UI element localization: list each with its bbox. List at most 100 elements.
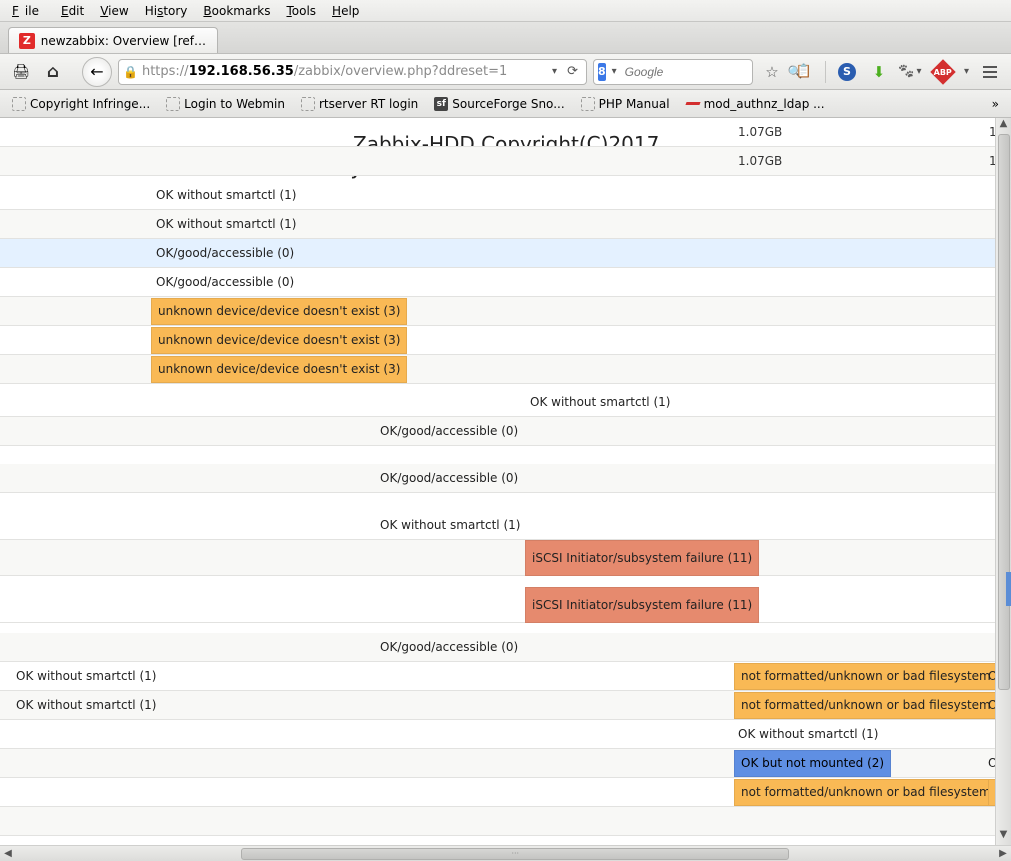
status-cell: OK/good/accessible (0)	[150, 268, 300, 297]
table-row: 1.07GB 1.0	[0, 118, 995, 147]
search-engine-icon[interactable]: 8	[598, 63, 606, 81]
cell-size-cut: 1.0	[983, 147, 995, 176]
table-row: unknown device/device doesn't exist (3)	[0, 326, 995, 355]
status-cell: OK without smartctl (1)	[10, 691, 162, 720]
star-icon	[765, 63, 778, 81]
bookmark-item[interactable]: sfSourceForge Sno...	[428, 95, 570, 113]
status-pill-warning: unknown device/device doesn't exist (3)	[151, 298, 407, 325]
scroll-down-button[interactable]: ▼	[996, 829, 1011, 845]
menu-file[interactable]: File	[6, 0, 51, 21]
status-pill-warning: not formatted/unknown or bad filesystem …	[734, 692, 995, 719]
table-row: OK without smartctl (1)	[0, 210, 995, 239]
table-row: iSCSI Initiator/subsystem failure (11)	[0, 540, 995, 576]
home-button[interactable]	[40, 59, 66, 85]
navbar: ← 🔒 https://192.168.56.35/zabbix/overvie…	[0, 54, 1011, 90]
status-cell: OK/good/accessible (0)	[374, 464, 524, 493]
menu-bookmarks[interactable]: Bookmarks	[197, 0, 276, 21]
scroll-track[interactable]: ···	[16, 848, 995, 860]
table-row	[0, 493, 995, 511]
status-cell: unknown device/device doesn't exist (3)	[145, 326, 413, 355]
scroll-thumb[interactable]: ···	[241, 848, 789, 860]
status-pill-warning: unknown device/device doesn't exist (3)	[151, 327, 407, 354]
abp-icon: ABP	[930, 59, 955, 84]
scroll-up-button[interactable]: ▲	[996, 118, 1011, 134]
table-row: unknown device/device doesn't exist (3)	[0, 355, 995, 384]
bookmark-item[interactable]: Copyright Infringe...	[6, 95, 156, 113]
menu-view[interactable]: View	[94, 0, 134, 21]
table-row: iSCSI Initiator/subsystem failure (11)	[0, 587, 995, 623]
menu-history[interactable]: History	[139, 0, 194, 21]
scroll-marker	[1006, 572, 1011, 606]
status-pill-warning-cut: no	[988, 779, 995, 806]
stylish-button[interactable]: S	[834, 59, 860, 85]
status-pill-error: iSCSI Initiator/subsystem failure (11)	[525, 587, 759, 623]
bookmark-label: Login to Webmin	[184, 97, 285, 111]
greasemonkey-button[interactable]: ▾	[898, 59, 924, 85]
clipboard-icon	[796, 64, 812, 79]
status-pill-warning: not formatted/unknown or bad filesystem …	[734, 663, 995, 690]
status-cell: OK but not mounted (2)	[728, 749, 897, 778]
status-cell: iSCSI Initiator/subsystem failure (11)	[519, 587, 765, 623]
status-cell: OK without smartctl (1)	[10, 662, 162, 691]
hamburger-icon	[983, 66, 997, 78]
status-pill-warning: unknown device/device doesn't exist (3)	[151, 356, 407, 383]
back-button[interactable]: ←	[82, 57, 112, 87]
url-bar[interactable]: 🔒 https://192.168.56.35/zabbix/overview.…	[118, 59, 587, 85]
bookmark-item[interactable]: rtserver RT login	[295, 95, 424, 113]
table-row: unknown device/device doesn't exist (3)	[0, 297, 995, 326]
cell-size: 1.07GB	[732, 118, 788, 147]
browser-tab[interactable]: Z newzabbix: Overview [refr...	[8, 27, 218, 53]
status-cell: no	[982, 778, 995, 807]
tabstrip: Z newzabbix: Overview [refr...	[0, 22, 1011, 54]
print-icon	[12, 64, 30, 80]
status-cell: not formatted/unknown or bad filesystem …	[728, 662, 995, 691]
scroll-right-button[interactable]: ▶	[995, 848, 1011, 859]
bookmark-overflow[interactable]: »	[986, 97, 1005, 111]
content-viewport: Zabbix-HDD Copyright(C)2017 Jim Dutton 1…	[0, 118, 1011, 861]
status-cell: unknown device/device doesn't exist (3)	[145, 355, 413, 384]
reload-button[interactable]: ⟳	[563, 64, 582, 79]
scroll-left-button[interactable]: ◀	[0, 848, 16, 859]
cell-size: 1.07GB	[732, 147, 788, 176]
adblock-dropdown[interactable]: ▾	[962, 66, 971, 77]
scroll-track[interactable]	[998, 134, 1010, 829]
table-row: OK without smartctl (1)	[0, 511, 995, 540]
bookmark-icon	[301, 97, 315, 111]
scroll-thumb[interactable]	[998, 134, 1010, 690]
menu-tools[interactable]: Tools	[280, 0, 322, 21]
lock-icon: 🔒	[123, 65, 138, 79]
menu-help[interactable]: Help	[326, 0, 365, 21]
status-cell-cut: OK	[982, 749, 995, 778]
status-cell: iSCSI Initiator/subsystem failure (11)	[519, 540, 765, 576]
home-icon	[47, 62, 59, 82]
bookmark-item[interactable]: mod_authnz_ldap ...	[680, 95, 831, 113]
search-box[interactable]: 8 ▾ 🔍	[593, 59, 753, 85]
table-row[interactable]: OK/good/accessible (0)	[0, 239, 995, 268]
bookmark-icon	[166, 97, 180, 111]
bookmark-icon	[12, 97, 26, 111]
menu-edit[interactable]: Edit	[55, 0, 90, 21]
horizontal-scrollbar[interactable]: ◀ ··· ▶	[0, 845, 1011, 861]
stylish-icon: S	[838, 63, 856, 81]
back-arrow-icon: ←	[90, 62, 103, 81]
table-row	[0, 576, 995, 587]
url-history-dropdown[interactable]: ▾	[550, 66, 559, 77]
reader-button[interactable]	[791, 59, 817, 85]
print-button[interactable]	[8, 59, 34, 85]
status-cell: OK/good/accessible (0)	[374, 417, 524, 446]
menu-button[interactable]	[977, 59, 1003, 85]
search-engine-dropdown[interactable]: ▾	[610, 66, 619, 77]
status-cell: not formatted/unknown or bad filesystem …	[728, 691, 995, 720]
bookmark-item[interactable]: Login to Webmin	[160, 95, 291, 113]
bookmark-star-button[interactable]	[759, 59, 785, 85]
downloads-button[interactable]	[866, 59, 892, 85]
status-cell: OK without smartctl (1)	[524, 388, 676, 417]
vertical-scrollbar[interactable]: ▲ ▼	[995, 118, 1011, 845]
table-row: OK without smartctl (1) not formatted/un…	[0, 662, 995, 691]
adblock-button[interactable]: ABP	[930, 59, 956, 85]
download-icon	[873, 63, 886, 81]
table-row: OK/good/accessible (0)	[0, 417, 995, 446]
status-cell-cut: OK	[982, 662, 995, 691]
cell-size-cut: 1.0	[983, 118, 995, 147]
bookmark-item[interactable]: PHP Manual	[575, 95, 676, 113]
